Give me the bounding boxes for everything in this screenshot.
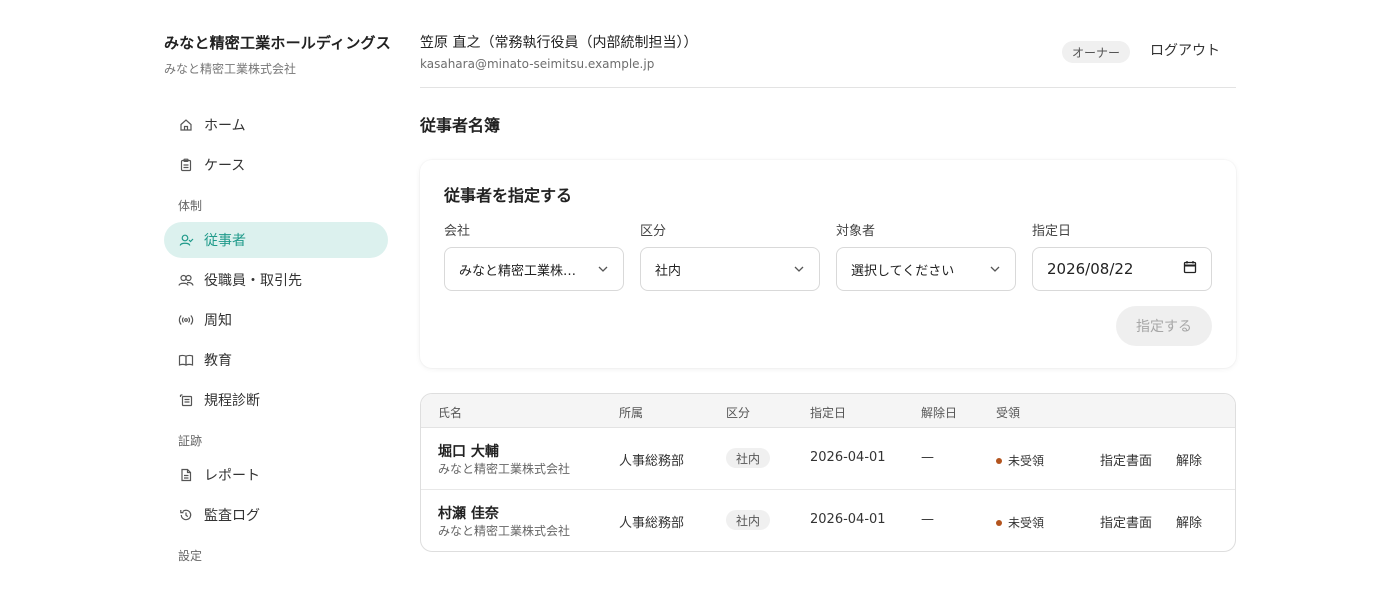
broadcast-icon xyxy=(178,312,194,328)
role-badge: オーナー xyxy=(1061,41,1130,63)
chevron-down-icon xyxy=(597,263,609,275)
receipt-status-label: 未受領 xyxy=(1008,454,1045,468)
release-link[interactable]: 解除 xyxy=(1176,512,1202,531)
worker-company: みなと精密工業株式会社 xyxy=(438,524,571,538)
table-header: 氏名 所属 区分 指定日 解除日 受領 xyxy=(421,394,1235,428)
sidebar-item-label: 周知 xyxy=(204,313,232,329)
col-header-dept: 所属 xyxy=(619,406,644,420)
form-title: 従事者を指定する xyxy=(444,186,573,205)
nav-section-settings: 設定 xyxy=(178,549,203,563)
category-select[interactable]: 社内 xyxy=(640,247,820,291)
category-badge: 社内 xyxy=(726,448,771,468)
target-select[interactable]: 選択してください xyxy=(836,247,1016,291)
category-select-value: 社内 xyxy=(655,263,682,279)
company-select[interactable]: みなと精密工業株式会社 xyxy=(444,247,624,291)
assign-form-card: 従事者を指定する 会社 みなと精密工業株式会社 区分 社内 対象者 選択してくだ… xyxy=(420,160,1236,368)
calendar-icon[interactable] xyxy=(1183,260,1197,278)
sidebar-item-label: 教育 xyxy=(204,353,232,369)
sidebar-nav: ホーム ケース 体制 従事者 役職員・取引先 周知 教育 規程診断 証跡 レポー… xyxy=(164,107,388,564)
sidebar-item-rules[interactable]: 規程診断 xyxy=(164,382,388,418)
table-row: 堀口 大輔 みなと精密工業株式会社 人事総務部 社内 2026-04-01 — … xyxy=(421,428,1235,490)
page-title: 従事者名簿 xyxy=(420,116,501,135)
sidebar-item-audit-log[interactable]: 監査ログ xyxy=(164,497,388,533)
sidebar-item-label: レポート xyxy=(204,468,260,484)
nav-section-evidence: 証跡 xyxy=(178,434,203,448)
date-input-value: 2026/08/22 xyxy=(1047,260,1134,278)
book-icon xyxy=(178,352,194,368)
category-field: 区分 社内 xyxy=(640,220,820,291)
assign-button[interactable]: 指定する xyxy=(1116,306,1212,346)
category-label: 区分 xyxy=(640,224,667,239)
sidebar-item-label: 役職員・取引先 xyxy=(204,273,302,289)
col-header-receipt: 受領 xyxy=(996,406,1021,420)
date-label: 指定日 xyxy=(1032,224,1072,239)
category-badge: 社内 xyxy=(726,510,771,530)
workers-table: 氏名 所属 区分 指定日 解除日 受領 堀口 大輔 みなと精密工業株式会社 人事… xyxy=(420,393,1236,552)
receipt-status: 未受領 xyxy=(996,452,1044,469)
status-dot-icon xyxy=(996,457,1002,464)
target-field: 対象者 選択してください xyxy=(836,220,1016,291)
sidebar-item-label: ホーム xyxy=(204,118,246,134)
worker-company: みなと精密工業株式会社 xyxy=(438,462,571,476)
history-icon xyxy=(178,507,194,523)
clipboard-icon xyxy=(178,157,194,173)
chevron-down-icon xyxy=(793,263,805,275)
assigned-date: 2026-04-01 xyxy=(810,450,886,465)
col-header-name: 氏名 xyxy=(438,406,463,420)
status-dot-icon xyxy=(996,519,1002,526)
file-text-icon xyxy=(178,467,194,483)
org-subsidiary: みなと精密工業株式会社 xyxy=(164,62,297,76)
home-icon xyxy=(178,117,194,133)
sidebar-item-officers[interactable]: 役職員・取引先 xyxy=(164,262,388,298)
date-input[interactable]: 2026/08/22 xyxy=(1032,247,1212,291)
target-select-value: 選択してください xyxy=(851,263,955,279)
nav-section-structure: 体制 xyxy=(178,199,203,213)
company-label: 会社 xyxy=(444,224,471,239)
sidebar-item-label: 従事者 xyxy=(204,233,246,249)
date-field: 指定日 2026/08/22 xyxy=(1032,220,1212,291)
designation-doc-link[interactable]: 指定書面 xyxy=(1100,512,1152,531)
sidebar-item-cases[interactable]: ケース xyxy=(164,147,388,183)
table-row: 村瀬 佳奈 みなと精密工業株式会社 人事総務部 社内 2026-04-01 — … xyxy=(421,490,1235,551)
sidebar-item-home[interactable]: ホーム xyxy=(164,107,388,143)
sidebar-item-education[interactable]: 教育 xyxy=(164,342,388,378)
company-field: 会社 みなと精密工業株式会社 xyxy=(444,220,624,291)
receipt-status: 未受領 xyxy=(996,514,1044,531)
logout-button[interactable]: ログアウト xyxy=(1150,40,1220,60)
sidebar-item-label: 監査ログ xyxy=(204,508,260,524)
released-date: — xyxy=(921,512,934,527)
chevron-down-icon xyxy=(989,263,1001,275)
sidebar-item-label: 規程診断 xyxy=(204,393,260,409)
assigned-date: 2026-04-01 xyxy=(810,512,886,527)
document-scan-icon xyxy=(178,392,194,408)
user-check-icon xyxy=(178,232,194,248)
worker-name: 村瀬 佳奈 xyxy=(438,506,499,522)
sidebar-item-workers[interactable]: 従事者 xyxy=(164,222,388,258)
company-select-value: みなと精密工業株式会社 xyxy=(459,263,584,279)
designation-doc-link[interactable]: 指定書面 xyxy=(1100,450,1152,469)
receipt-status-label: 未受領 xyxy=(1008,516,1045,530)
release-link[interactable]: 解除 xyxy=(1176,450,1202,469)
org-name: みなと精密工業ホールディングス xyxy=(164,34,391,52)
worker-dept: 人事総務部 xyxy=(619,454,685,469)
sidebar-item-report[interactable]: レポート xyxy=(164,457,388,493)
sidebar-item-label: ケース xyxy=(204,158,246,174)
worker-dept: 人事総務部 xyxy=(619,516,685,531)
users-icon xyxy=(178,272,194,288)
header: 笠原 直之（常務執行役員（内部統制担当）） kasahara@minato-se… xyxy=(420,32,1236,88)
sidebar-item-notice[interactable]: 周知 xyxy=(164,302,388,338)
col-header-released: 解除日 xyxy=(921,406,958,420)
col-header-category: 区分 xyxy=(726,406,751,420)
target-label: 対象者 xyxy=(836,224,876,239)
worker-name: 堀口 大輔 xyxy=(438,444,499,460)
col-header-assigned: 指定日 xyxy=(810,406,847,420)
released-date: — xyxy=(921,450,934,465)
sidebar: みなと精密工業ホールディングス みなと精密工業株式会社 ホーム ケース 体制 従… xyxy=(164,32,391,572)
